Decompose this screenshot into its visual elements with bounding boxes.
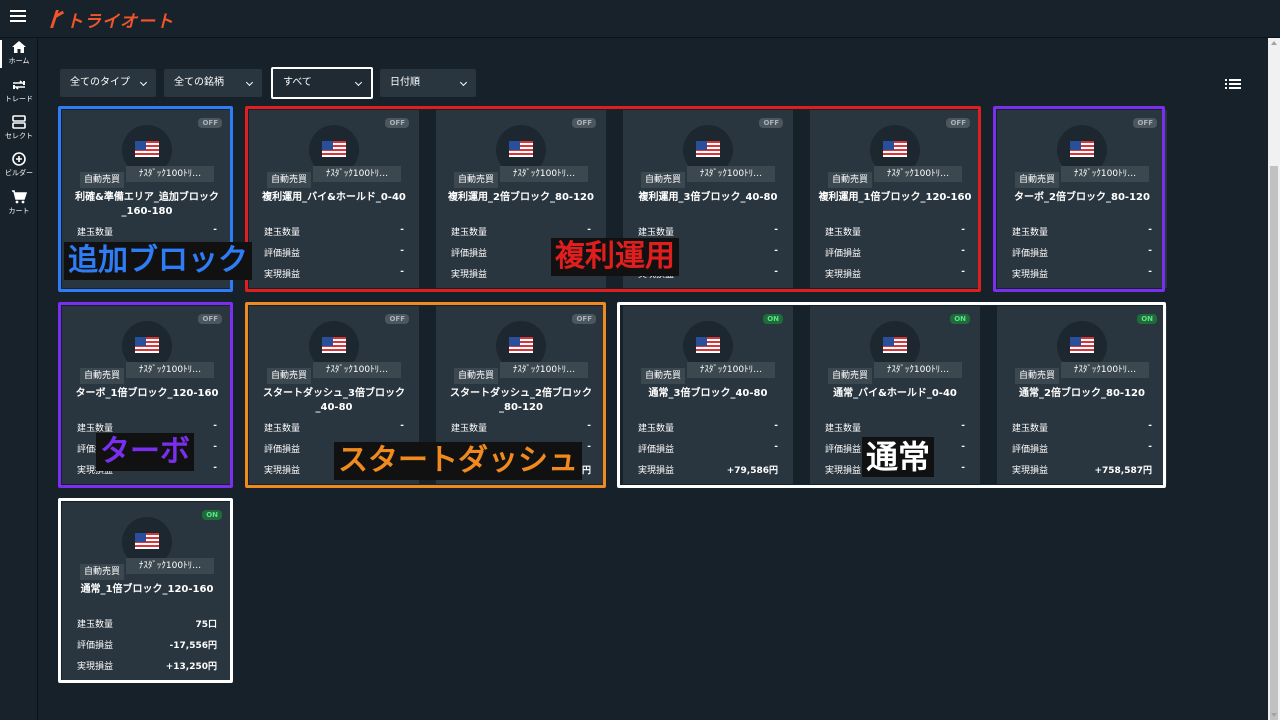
list-view-icon[interactable] (1225, 79, 1241, 90)
annotation-frame (58, 498, 233, 683)
chevron-down-icon (354, 78, 363, 87)
sidebar-item-label: ホーム (8, 57, 30, 65)
scroll-down-icon[interactable] (1271, 713, 1277, 717)
cart-icon (12, 190, 27, 204)
sidebar-item-trade[interactable]: トレード (0, 78, 38, 104)
symbol-filter-dropdown[interactable]: 全ての銘柄 (164, 69, 262, 97)
symbol-filter-label: 全ての銘柄 (174, 77, 224, 88)
logo-mark-icon (52, 10, 64, 28)
sidebar-item-label: トレード (5, 95, 33, 103)
sidebar-item-cart[interactable]: カート (0, 190, 38, 216)
sidebar-item-home[interactable]: ホーム (0, 40, 38, 68)
scroll-up-icon[interactable] (1271, 41, 1277, 45)
builder-icon (12, 152, 26, 166)
type-filter-dropdown[interactable]: 全てのタイプ (60, 69, 156, 97)
annotation-label: ターボ (96, 433, 194, 471)
sidebar-item-builder[interactable]: ビルダー (0, 152, 38, 178)
scrollbar-thumb[interactable] (1270, 166, 1278, 720)
sort-dropdown[interactable]: 日付順 (380, 69, 476, 97)
sort-label: 日付順 (390, 77, 420, 88)
sidebar: ホーム トレード セレクト ビルダー カート (0, 38, 38, 720)
sidebar-item-label: ビルダー (5, 169, 33, 177)
status-filter-label: すべて (283, 77, 312, 88)
chevron-down-icon (139, 78, 148, 87)
home-icon (12, 41, 26, 53)
type-filter-label: 全てのタイプ (70, 77, 130, 88)
chevron-down-icon (459, 78, 468, 87)
sidebar-item-select[interactable]: セレクト (0, 115, 38, 141)
logo-text: トライオート (66, 11, 174, 32)
top-bar: トライオート (0, 0, 1280, 38)
sidebar-item-label: セレクト (5, 132, 33, 140)
annotation-label: 通常 (862, 437, 935, 477)
trade-icon (13, 80, 25, 90)
select-icon (12, 115, 26, 129)
annotation-frame (993, 106, 1165, 292)
annotation-label: 複利運用 (551, 238, 679, 276)
status-filter-dropdown[interactable]: すべて (271, 67, 373, 99)
sidebar-item-label: カート (8, 207, 30, 215)
hamburger-menu-icon[interactable] (10, 10, 26, 26)
app-logo[interactable]: トライオート (52, 7, 174, 32)
annotation-label: 追加ブロック (64, 242, 252, 280)
chevron-down-icon (245, 78, 254, 87)
annotation-label: スタートダッシュ (334, 442, 582, 480)
vertical-scrollbar[interactable] (1268, 38, 1280, 720)
